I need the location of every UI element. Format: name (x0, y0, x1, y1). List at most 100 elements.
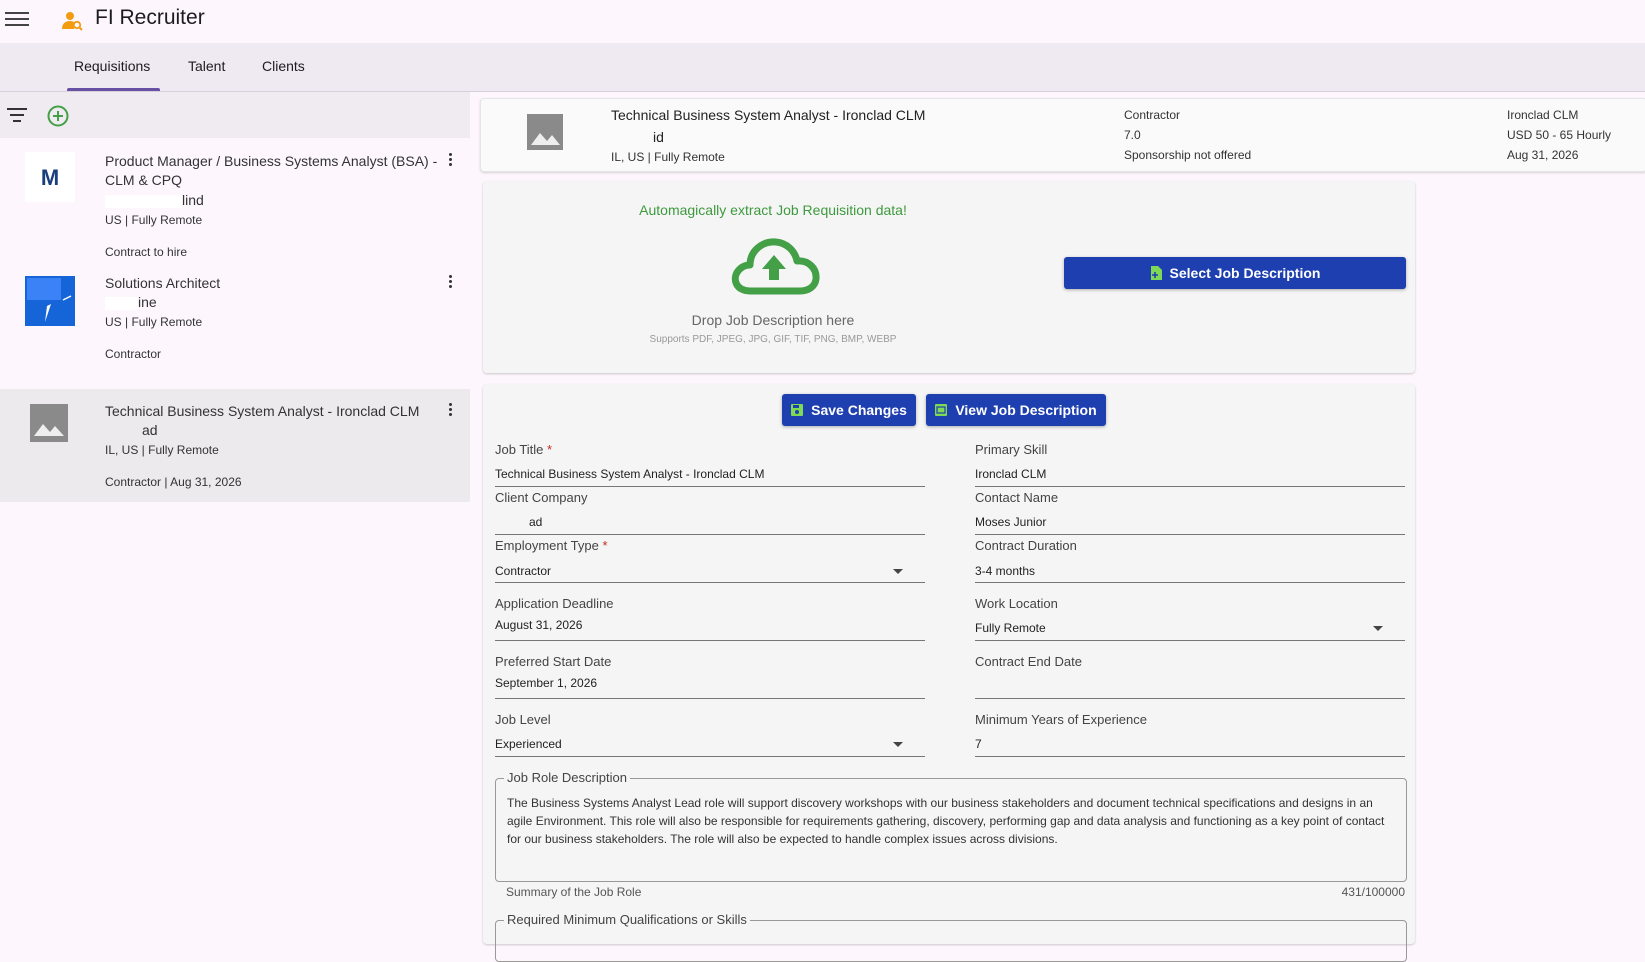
image-placeholder-icon (30, 404, 68, 442)
summary-deadline: Aug 31, 2026 (1507, 148, 1579, 162)
requisition-list-item[interactable]: Technical Business System Analyst - Iron… (0, 389, 470, 502)
character-counter: 431/100000 (1341, 885, 1405, 899)
field-underline (975, 486, 1405, 487)
job-level-select[interactable]: Job Level Experienced (495, 712, 925, 757)
summary-employment-type: Contractor (1124, 108, 1181, 122)
requisition-title: Technical Business System Analyst - Iron… (105, 403, 420, 419)
requisition-location: US | Fully Remote (105, 213, 203, 227)
field-label: Contact Name (975, 490, 1059, 505)
dropdown-arrow-icon[interactable] (893, 742, 903, 747)
summary-years: 7.0 (1124, 128, 1141, 142)
field-underline (495, 698, 925, 699)
job-description-upload-card: Automagically extract Job Requisition da… (483, 181, 1415, 373)
contact-name-field[interactable]: Contact Name Moses Junior (975, 490, 1405, 535)
preferred-start-date-input[interactable]: September 1, 2026 (495, 676, 597, 690)
filter-icon[interactable] (7, 108, 27, 124)
textarea-helper-text: Summary of the Job Role (506, 885, 642, 899)
requisition-form-card: Save Changes View Job Description Job Ti… (483, 384, 1415, 962)
work-location-value: Fully Remote (975, 621, 1046, 635)
requisition-list-item[interactable]: Solutions Architect ine US | Fully Remot… (0, 262, 470, 378)
dropdown-arrow-icon[interactable] (1373, 626, 1383, 631)
field-underline (495, 534, 925, 535)
requisition-company: ine (105, 294, 157, 310)
requisition-list-panel: M Product Manager / Business Systems Ana… (0, 92, 470, 934)
employment-type-value: Contractor (495, 564, 552, 578)
job-title-input[interactable]: Technical Business System Analyst - Iron… (495, 467, 764, 481)
company-logo (25, 276, 75, 326)
field-label: Minimum Years of Experience (975, 712, 1147, 727)
redacted-mask (105, 296, 138, 310)
client-company-input[interactable]: ad (495, 515, 542, 530)
recruiter-logo-icon (62, 12, 83, 31)
min-years-experience-field[interactable]: Minimum Years of Experience 7 (975, 712, 1405, 757)
menu-icon[interactable] (5, 8, 29, 28)
field-underline (495, 582, 925, 583)
work-location-select[interactable]: Work Location Fully Remote (975, 596, 1405, 641)
job-level-value: Experienced (495, 737, 562, 751)
redacted-mask (611, 131, 653, 145)
preferred-start-date-field[interactable]: Preferred Start Date September 1, 2026 (495, 654, 925, 699)
field-label: Job Level (495, 712, 551, 727)
field-label: Work Location (975, 596, 1058, 611)
job-title-field[interactable]: Job Title * Technical Business System An… (495, 442, 925, 487)
field-label: Employment Type * (495, 538, 608, 553)
job-role-description-textarea[interactable]: Job Role Description The Business System… (495, 770, 1407, 882)
requisition-location: US | Fully Remote (105, 315, 203, 329)
field-underline (495, 486, 925, 487)
field-label: Contract Duration (975, 538, 1077, 553)
tab-clients[interactable]: Clients (262, 58, 305, 74)
field-underline (975, 756, 1405, 757)
save-changes-button[interactable]: Save Changes (782, 394, 916, 426)
requisition-type: Contractor | Aug 31, 2026 (105, 475, 242, 489)
requisition-location: IL, US | Fully Remote (105, 443, 219, 457)
requisition-type: Contract to hire (105, 245, 188, 259)
tab-requisitions[interactable]: Requisitions (74, 58, 150, 74)
required-qualifications-textarea[interactable]: Required Minimum Qualifications or Skill… (495, 912, 1407, 962)
list-toolbar (0, 92, 470, 138)
summary-location: IL, US | Fully Remote (611, 150, 725, 164)
tab-talent[interactable]: Talent (188, 58, 225, 74)
field-underline (975, 640, 1405, 641)
primary-skill-input[interactable]: Ironclad CLM (975, 467, 1046, 481)
contract-duration-field[interactable]: Contract Duration 3-4 months (975, 538, 1405, 583)
more-options-icon[interactable] (447, 274, 453, 290)
field-label: Preferred Start Date (495, 654, 612, 669)
view-document-icon (935, 404, 948, 416)
requisition-type: Contractor (105, 347, 162, 361)
client-company-field[interactable]: Client Company ad (495, 490, 925, 535)
contract-end-date-field[interactable]: Contract End Date (975, 654, 1405, 699)
employment-type-select[interactable]: Employment Type * Contractor (495, 538, 925, 583)
summary-sponsorship: Sponsorship not offered (1124, 148, 1252, 162)
job-role-description-text[interactable]: The Business Systems Analyst Lead role w… (507, 794, 1397, 848)
field-underline (975, 698, 1405, 699)
primary-skill-field[interactable]: Primary Skill Ironclad CLM (975, 442, 1405, 487)
file-add-icon (1150, 266, 1162, 280)
cloud-upload-icon[interactable] (728, 233, 820, 295)
requisition-title: Solutions Architect (105, 275, 221, 291)
textarea-label: Required Minimum Qualifications or Skill… (504, 912, 750, 927)
add-requisition-icon[interactable] (47, 105, 69, 127)
application-deadline-input[interactable]: August 31, 2026 (495, 618, 582, 632)
tab-bar: Requisitions Talent Clients (0, 43, 1645, 92)
field-label: Client Company (495, 490, 588, 505)
dropdown-arrow-icon[interactable] (893, 569, 903, 574)
application-deadline-field[interactable]: Application Deadline August 31, 2026 (495, 596, 925, 641)
requisition-company: lind (105, 192, 204, 208)
select-job-description-button[interactable]: Select Job Description (1064, 257, 1406, 289)
summary-company: id (611, 129, 664, 145)
requisition-list-item[interactable]: M Product Manager / Business Systems Ana… (0, 138, 470, 262)
supported-formats-text: Supports PDF, JPEG, JPG, GIF, TIF, PNG, … (649, 334, 897, 345)
view-job-description-button[interactable]: View Job Description (926, 394, 1106, 426)
app-title: FI Recruiter (95, 6, 205, 29)
contract-duration-input[interactable]: 3-4 months (975, 564, 1035, 578)
more-options-icon[interactable] (447, 152, 453, 168)
field-underline (975, 582, 1405, 583)
redacted-mask (495, 516, 529, 530)
drop-zone-text: Drop Job Description here (691, 312, 855, 328)
more-options-icon[interactable] (447, 402, 453, 418)
contact-name-input[interactable]: Moses Junior (975, 515, 1046, 529)
image-placeholder-icon (527, 114, 563, 150)
min-years-experience-input[interactable]: 7 (975, 737, 982, 751)
svg-text:M: M (41, 165, 59, 190)
field-underline (495, 640, 925, 641)
